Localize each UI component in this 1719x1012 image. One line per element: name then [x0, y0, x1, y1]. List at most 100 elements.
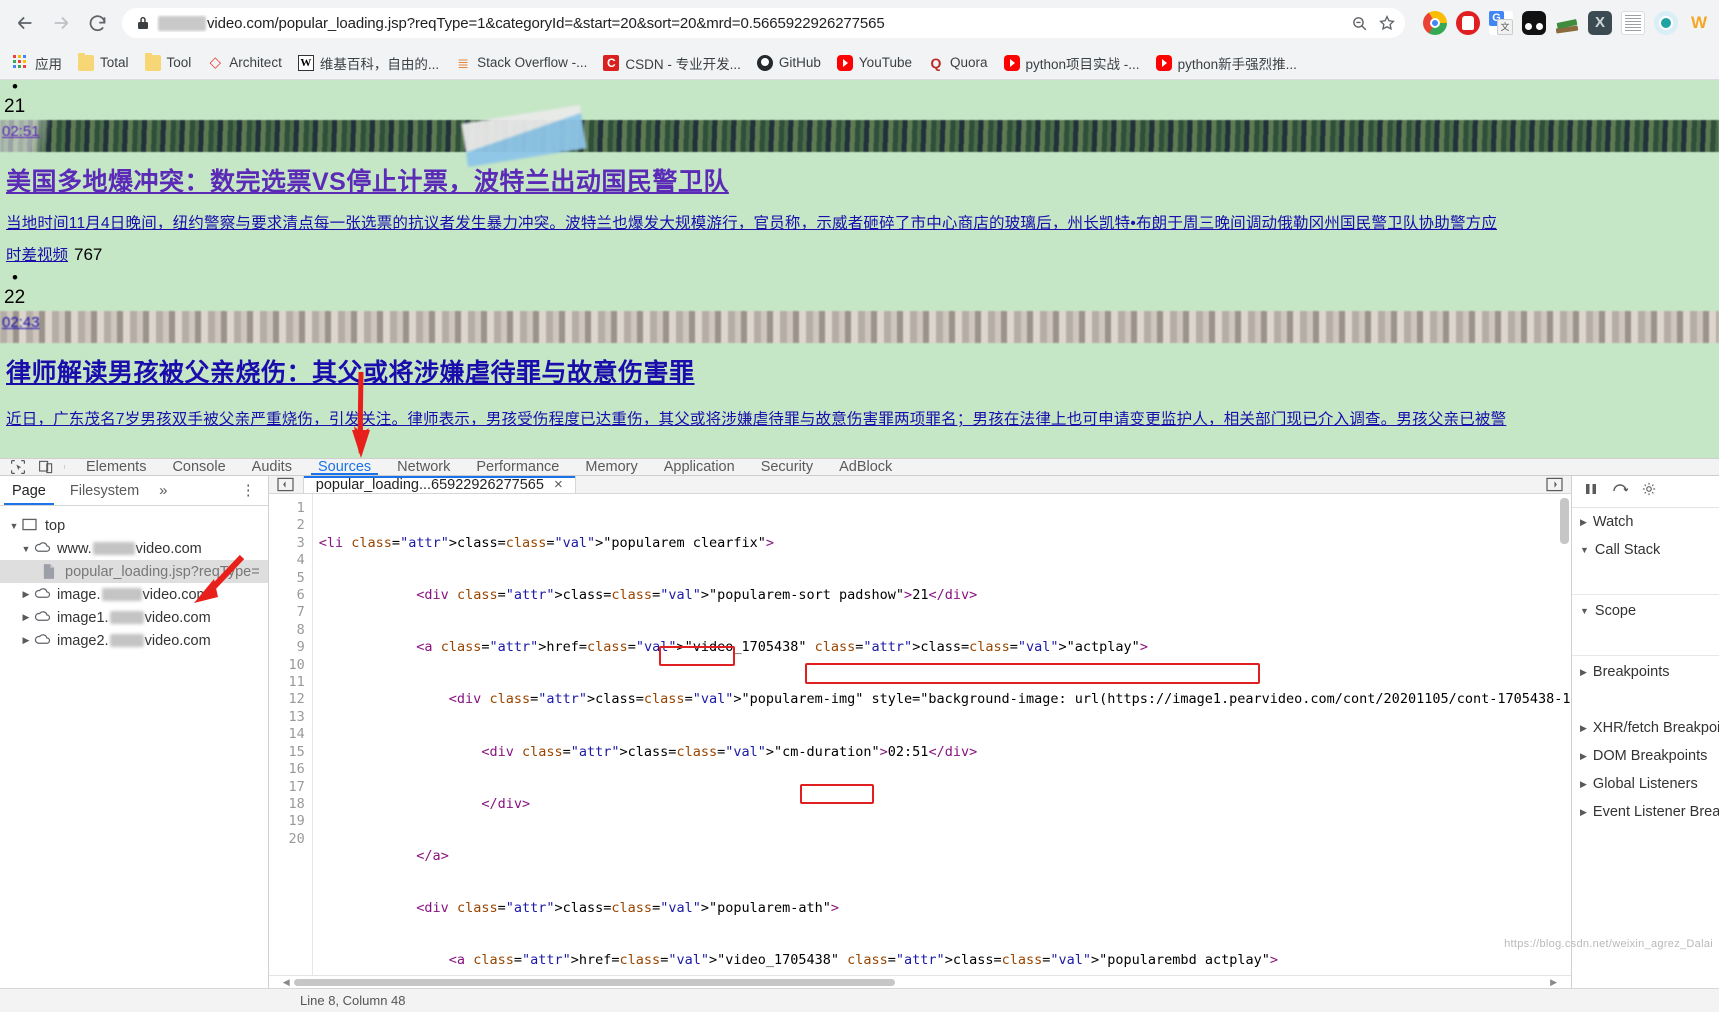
sidebar-section-watch[interactable]: ▶Watch [1572, 508, 1719, 536]
twisty-icon[interactable]: ▶ [18, 589, 34, 600]
article-abstract: 当地时间11月4日晚间，纽约警察与要求清点每一张选票的抗议者发生暴力冲突。波特兰… [0, 198, 1719, 233]
line-number: 19 [269, 813, 305, 830]
tree-item-top[interactable]: ▼ top [0, 514, 268, 537]
line-number: 16 [269, 761, 305, 778]
article-fav-count: 767 [74, 245, 102, 264]
video-thumbnail[interactable]: 02:43 [0, 311, 1719, 343]
twisty-icon[interactable]: ▼ [18, 544, 34, 554]
code-editor[interactable]: 1 2 3 4 5 6 7 8 9 10 11 12 13 14 15 16 1 [269, 494, 1571, 975]
address-bar[interactable]: video.com/popular_loading.jsp?reqType=1&… [122, 8, 1405, 38]
zoom-out-icon[interactable] [1345, 9, 1373, 37]
section-label: Event Listener Breakpoints [1593, 804, 1719, 820]
tree-item-label: top [45, 518, 65, 534]
scrollbar-thumb[interactable] [294, 979, 895, 986]
scrollbar-track[interactable] [294, 978, 1546, 987]
tree-item-image-domain[interactable]: ▶ image.video.com [0, 583, 268, 606]
vertical-scrollbar[interactable] [1560, 498, 1569, 544]
article-title[interactable]: 美国多地爆冲突：数完选票VS停止计票，波特兰出动国民警卫队 [0, 152, 1719, 198]
tab-adblock[interactable]: AdBlock [826, 459, 905, 475]
bookmark-github[interactable]: GitHub [750, 52, 828, 74]
tab-network[interactable]: Network [384, 459, 463, 475]
editor-tab-popular-loading[interactable]: popular_loading...65922926277565 × [303, 476, 576, 493]
eye-extension-icon[interactable] [1654, 11, 1678, 35]
inspect-element-icon[interactable] [4, 459, 32, 475]
bookmark-python-beginner[interactable]: python新手强烈推... [1149, 50, 1304, 76]
article-title[interactable]: 律师解读男孩被父亲烧伤：其父或将涉嫌虐待罪与故意伤害罪 [0, 343, 1719, 389]
sidebar-section-breakpoints[interactable]: ▶Breakpoints [1572, 658, 1719, 686]
sidebar-section-global-listeners[interactable]: ▶Global Listeners [1572, 770, 1719, 798]
dark-reader-icon[interactable] [1522, 11, 1546, 35]
tab-security[interactable]: Security [748, 459, 826, 475]
cloud-icon [34, 610, 51, 625]
close-icon[interactable]: × [554, 476, 563, 493]
tab-memory[interactable]: Memory [572, 459, 650, 475]
bookmark-wikipedia[interactable]: W 维基百科，自由的... [291, 50, 446, 76]
tree-item-www-domain[interactable]: ▼ www.video.com [0, 537, 268, 560]
tab-application[interactable]: Application [651, 459, 748, 475]
x-extension-icon[interactable]: X [1588, 11, 1612, 35]
bookmark-youtube[interactable]: YouTube [830, 52, 919, 74]
youtube-icon [1004, 55, 1020, 71]
settings-icon[interactable] [1642, 482, 1656, 501]
bookmark-python-project[interactable]: python项目实战 -... [997, 50, 1147, 76]
scroll-right-icon[interactable]: ▶ [1550, 977, 1557, 988]
collapse-sidebar-icon[interactable] [269, 477, 303, 492]
expand-sidebar-icon[interactable] [1546, 477, 1571, 492]
tab-sources[interactable]: Sources [305, 459, 384, 475]
code-content[interactable]: <li class="attr">class=class="val">"popu… [313, 494, 1571, 975]
scroll-left-icon[interactable]: ◀ [283, 977, 290, 988]
tree-item-image1-domain[interactable]: ▶ image1.video.com [0, 606, 268, 629]
bookmark-label: python新手强烈推... [1178, 53, 1297, 73]
chevron-right-icon: ▶ [1580, 517, 1587, 528]
nav-tab-page[interactable]: Page [0, 476, 58, 505]
twisty-icon[interactable]: ▶ [18, 612, 34, 623]
bookmark-csdn[interactable]: C CSDN - 专业开发... [596, 50, 748, 76]
bookmark-apps[interactable]: 应用 [6, 50, 69, 76]
books-icon[interactable] [1555, 11, 1579, 35]
navigator-menu-icon[interactable]: ⋮ [229, 483, 268, 498]
bookmark-total[interactable]: Total [71, 52, 136, 74]
adblock-icon[interactable] [1456, 11, 1480, 35]
tree-item-popular-loading[interactable]: popular_loading.jsp?reqType= [0, 560, 268, 583]
sidebar-section-scope[interactable]: ▼Scope [1572, 597, 1719, 625]
reload-icon[interactable] [80, 6, 114, 40]
nav-tab-filesystem[interactable]: Filesystem [58, 476, 151, 505]
w-extension-icon[interactable]: W [1687, 11, 1711, 35]
back-arrow-icon[interactable] [8, 6, 42, 40]
tab-performance[interactable]: Performance [463, 459, 572, 475]
line-number: 6 [269, 587, 305, 604]
sidebar-section-dom[interactable]: ▶DOM Breakpoints [1572, 742, 1719, 770]
document-extension-icon[interactable] [1621, 11, 1645, 35]
video-thumbnail[interactable]: 02:51 [0, 120, 1719, 152]
article-author-link[interactable]: 时差视频 [6, 247, 68, 264]
device-toolbar-icon[interactable] [32, 459, 60, 475]
chevron-right-icon: ▶ [1580, 667, 1587, 678]
horizontal-scrollbar[interactable]: ◀ ▶ [269, 975, 1571, 988]
sidebar-section-xhr[interactable]: ▶XHR/fetch Breakpoints [1572, 714, 1719, 742]
forward-arrow-icon[interactable] [44, 6, 78, 40]
more-tabs-icon[interactable]: » [151, 482, 175, 499]
chrome-profile-icon[interactable] [1423, 11, 1447, 35]
sidebar-section-call-stack[interactable]: ▼Call Stack [1572, 536, 1719, 564]
bookmark-stackoverflow[interactable]: ≣ Stack Overflow -... [448, 52, 594, 74]
step-over-icon[interactable] [1612, 482, 1628, 501]
code-line: <a class="attr">href=class="val">"video_… [319, 952, 1571, 969]
bookmark-quora[interactable]: Q Quora [921, 52, 995, 74]
bookmark-architect[interactable]: ◇ Architect [200, 52, 289, 74]
sidebar-section-event-listeners[interactable]: ▶Event Listener Breakpoints [1572, 798, 1719, 826]
section-label: Global Listeners [1593, 776, 1698, 792]
bookmark-tool[interactable]: Tool [138, 52, 199, 74]
pause-icon[interactable] [1584, 482, 1598, 501]
twisty-icon[interactable]: ▼ [6, 521, 22, 531]
line-number: 18 [269, 796, 305, 813]
section-label: XHR/fetch Breakpoints [1593, 720, 1719, 736]
bookmark-label: 维基百科，自由的... [320, 53, 439, 73]
tree-item-image2-domain[interactable]: ▶ image2.video.com [0, 629, 268, 652]
tab-elements[interactable]: Elements [73, 459, 159, 475]
google-translate-icon[interactable] [1489, 11, 1513, 35]
code-line: <div class="attr">class=class="val">"pop… [319, 691, 1571, 708]
tab-audits[interactable]: Audits [239, 459, 305, 475]
tab-console[interactable]: Console [159, 459, 238, 475]
bookmark-star-icon[interactable] [1373, 9, 1401, 37]
twisty-icon[interactable]: ▶ [18, 635, 34, 646]
